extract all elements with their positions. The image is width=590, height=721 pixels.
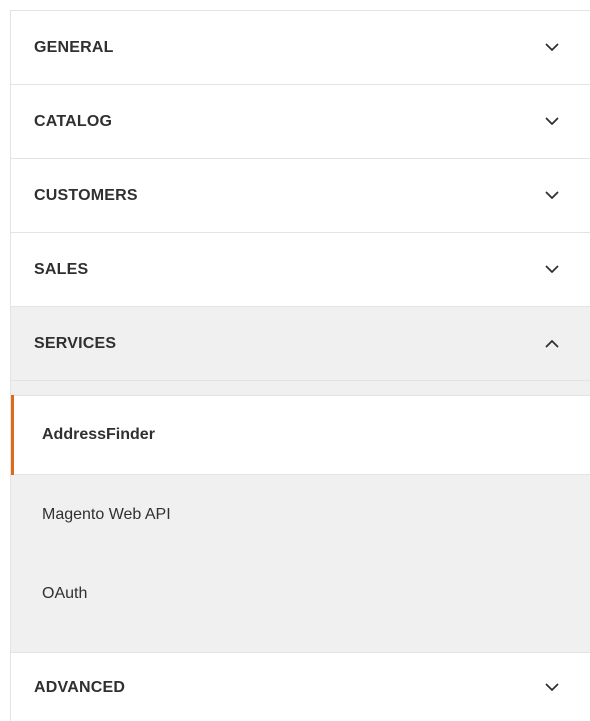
section-title: CATALOG bbox=[34, 112, 113, 130]
subnav-item-oauth[interactable]: OAuth bbox=[11, 554, 590, 633]
chevron-down-icon bbox=[544, 680, 560, 696]
section-advanced[interactable]: ADVANCED bbox=[11, 653, 590, 721]
chevron-down-icon bbox=[544, 114, 560, 130]
chevron-down-icon bbox=[544, 262, 560, 278]
services-subnav: AddressFinder Magento Web API OAuth bbox=[11, 381, 590, 653]
section-title: GENERAL bbox=[34, 38, 114, 56]
chevron-up-icon bbox=[544, 336, 560, 352]
section-title: SALES bbox=[34, 260, 89, 278]
section-title: ADVANCED bbox=[34, 678, 126, 696]
chevron-down-icon bbox=[544, 40, 560, 56]
config-tabs-panel: GENERAL CATALOG CUSTOMERS SALES SERVICES bbox=[10, 10, 590, 721]
section-services[interactable]: SERVICES bbox=[11, 307, 590, 381]
section-title: SERVICES bbox=[34, 334, 117, 352]
subnav-item-magento-web-api[interactable]: Magento Web API bbox=[11, 475, 590, 554]
section-general[interactable]: GENERAL bbox=[11, 11, 590, 85]
subnav-item-label: OAuth bbox=[42, 584, 88, 602]
chevron-down-icon bbox=[544, 188, 560, 204]
section-catalog[interactable]: CATALOG bbox=[11, 85, 590, 159]
config-page: GENERAL CATALOG CUSTOMERS SALES SERVICES bbox=[0, 0, 590, 721]
subnav-item-addressfinder[interactable]: AddressFinder bbox=[11, 395, 590, 475]
subnav-item-label: Magento Web API bbox=[42, 505, 171, 523]
section-customers[interactable]: CUSTOMERS bbox=[11, 159, 590, 233]
subnav-item-label: AddressFinder bbox=[42, 426, 155, 443]
section-title: CUSTOMERS bbox=[34, 186, 138, 204]
section-sales[interactable]: SALES bbox=[11, 233, 590, 307]
